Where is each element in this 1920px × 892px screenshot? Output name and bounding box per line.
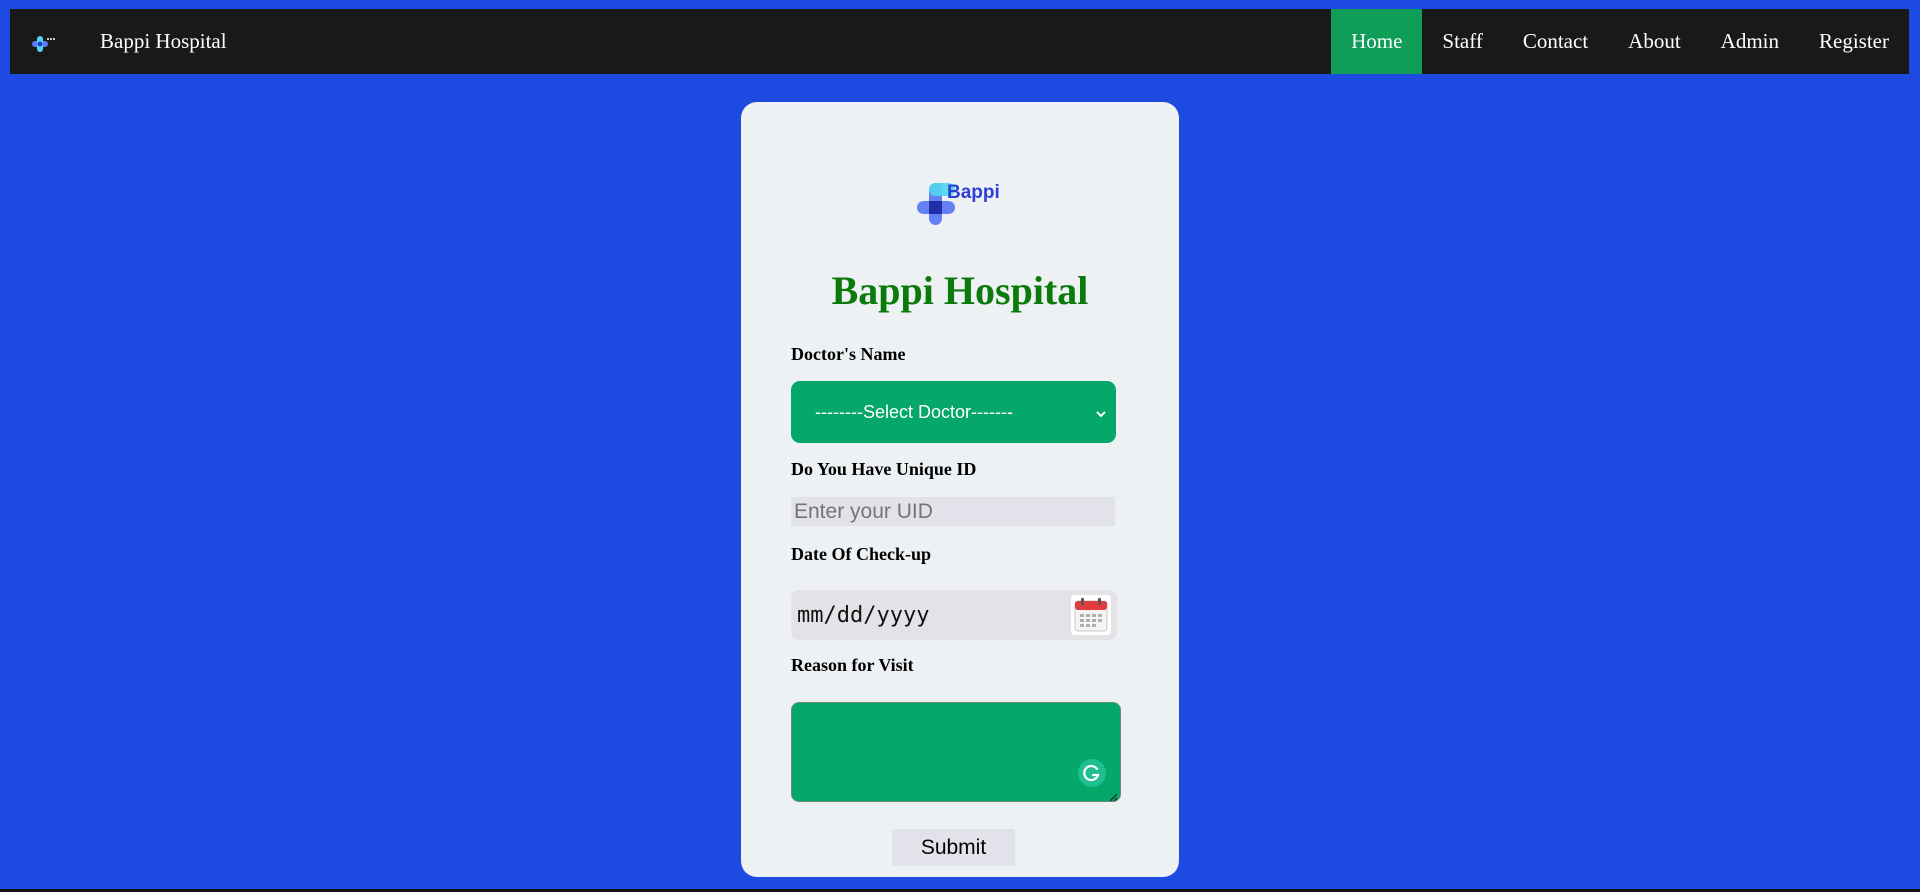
reason-textarea[interactable] xyxy=(791,702,1121,802)
doctor-select[interactable]: --------Select Doctor------- xyxy=(791,381,1116,443)
date-placeholder: mm/dd/yyyy xyxy=(797,602,930,628)
nav-link-about[interactable]: About xyxy=(1608,9,1701,74)
doctor-name-label: Doctor's Name xyxy=(791,344,906,364)
nav-links: Home Staff Contact About Admin Register xyxy=(1331,9,1909,74)
calendar-icon[interactable] xyxy=(1071,595,1111,635)
hospital-cross-logo-icon[interactable] xyxy=(28,31,58,53)
nav-link-admin[interactable]: Admin xyxy=(1701,9,1799,74)
nav-brand[interactable]: Bappi Hospital xyxy=(100,29,227,54)
grammarly-icon[interactable] xyxy=(1078,759,1106,787)
navbar: Bappi Hospital Home Staff Contact About … xyxy=(10,9,1909,74)
nav-link-home[interactable]: Home xyxy=(1331,9,1423,74)
bappi-logo: Bappi xyxy=(913,178,1003,233)
date-label: Date Of Check-up xyxy=(791,544,931,564)
uid-input[interactable] xyxy=(791,497,1115,526)
nav-link-staff[interactable]: Staff xyxy=(1422,9,1502,74)
appointment-form-card: Bappi Bappi Hospital Doctor's Name -----… xyxy=(741,102,1179,877)
nav-link-contact[interactable]: Contact xyxy=(1503,9,1608,74)
reason-label: Reason for Visit xyxy=(791,655,914,675)
nav-link-register[interactable]: Register xyxy=(1799,9,1909,74)
form-title: Bappi Hospital xyxy=(831,268,1089,313)
chevron-down-icon xyxy=(1094,405,1108,419)
logo-text: Bappi xyxy=(947,182,1000,203)
resize-handle-icon[interactable] xyxy=(1108,789,1118,802)
submit-button[interactable]: Submit xyxy=(892,829,1015,866)
uid-label: Do You Have Unique ID xyxy=(791,459,977,479)
checkup-date-input[interactable]: mm/dd/yyyy xyxy=(791,590,1117,640)
doctor-select-value: --------Select Doctor------- xyxy=(815,401,1013,422)
